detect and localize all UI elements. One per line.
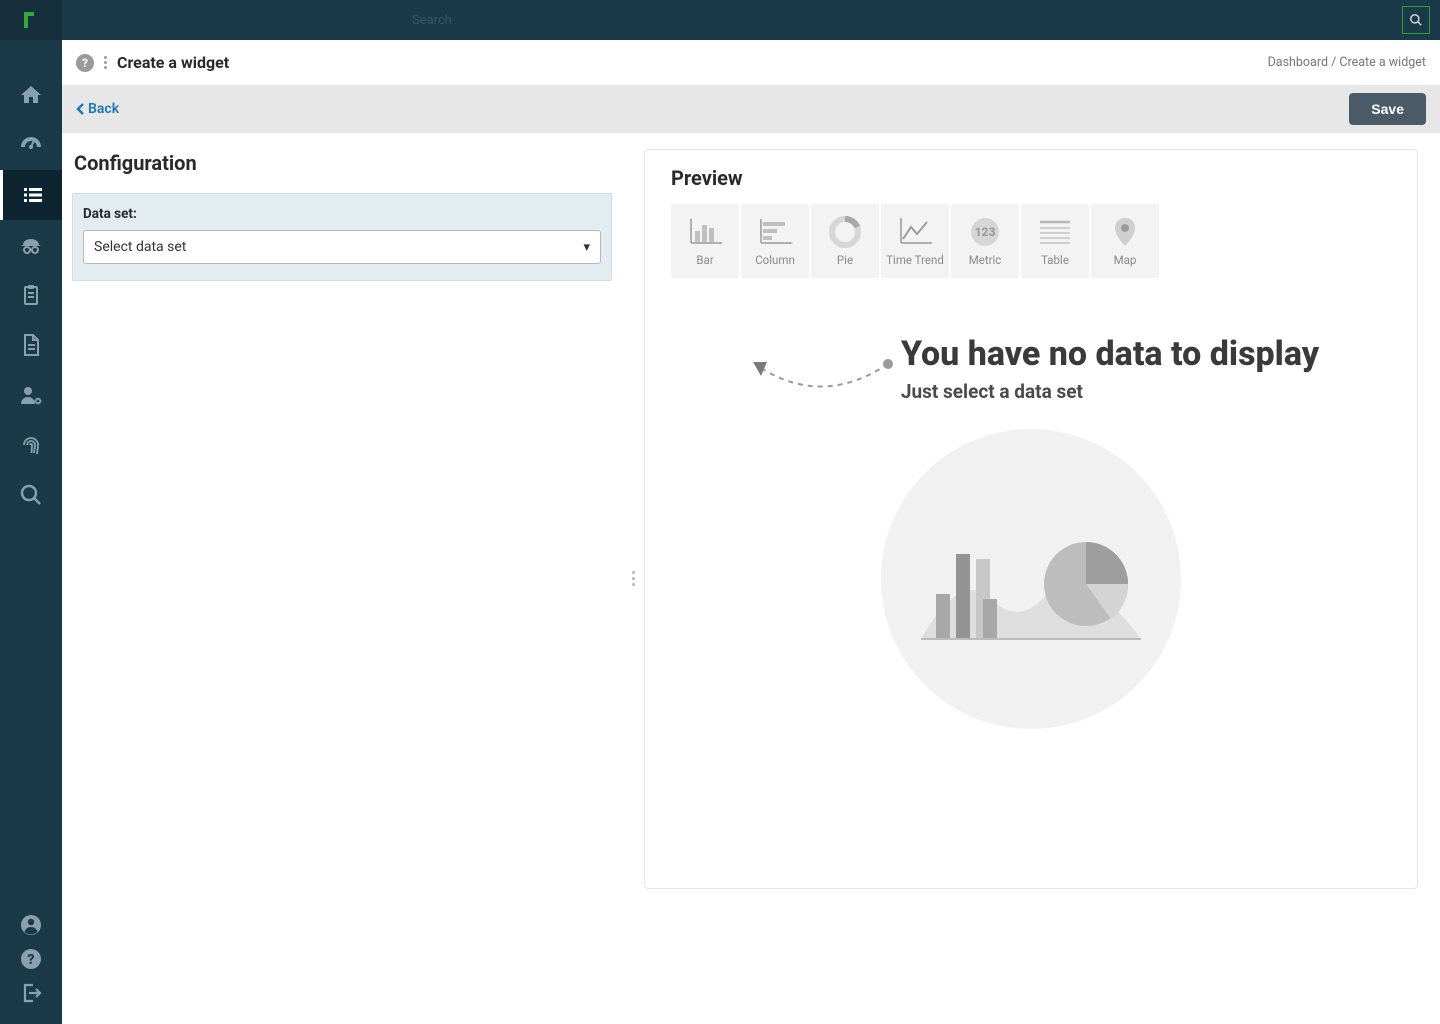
help-badge-icon[interactable]: ? xyxy=(76,54,94,72)
sidebar: ? xyxy=(0,40,62,1024)
preview-empty-state: You have no data to display Just select … xyxy=(671,334,1391,729)
fingerprint-icon xyxy=(19,433,43,457)
back-link-label: Back xyxy=(88,101,119,117)
sidebar-item-help[interactable]: ? xyxy=(0,942,62,976)
empty-state-subtitle: Just select a data set xyxy=(901,380,1319,403)
svg-text:123: 123 xyxy=(975,225,996,239)
document-icon xyxy=(19,333,43,357)
configuration-heading: Configuration xyxy=(74,151,612,175)
sidebar-item-user-settings[interactable] xyxy=(0,370,62,420)
curved-arrow-icon xyxy=(743,352,893,402)
save-button[interactable]: Save xyxy=(1349,93,1426,125)
logo-icon xyxy=(21,10,41,30)
configuration-form: Data set: Select data set ▾ xyxy=(72,193,612,281)
page-title: Create a widget xyxy=(117,53,229,72)
breadcrumb: Dashboard / Create a widget xyxy=(1268,55,1426,70)
panel-resize-handle[interactable] xyxy=(622,133,644,1024)
drag-handle-icon[interactable] xyxy=(102,56,109,69)
chart-type-metric[interactable]: 123 Metric xyxy=(951,204,1019,278)
page-header: ? Create a widget Dashboard / Create a w… xyxy=(62,40,1440,85)
sidebar-item-search[interactable] xyxy=(0,470,62,520)
chart-types-row: Bar Column xyxy=(671,204,1391,278)
main-area: ? Create a widget Dashboard / Create a w… xyxy=(62,40,1440,1024)
empty-state-illustration xyxy=(881,429,1181,729)
sidebar-item-document[interactable] xyxy=(0,320,62,370)
sidebar-item-account[interactable] xyxy=(0,908,62,942)
back-link[interactable]: Back xyxy=(76,101,119,117)
configuration-panel: Configuration Data set: Select data set … xyxy=(62,133,622,1024)
app-logo[interactable] xyxy=(0,0,62,40)
sidebar-item-logout[interactable] xyxy=(0,976,62,1010)
top-bar: Search xyxy=(0,0,1440,40)
table-icon xyxy=(1038,218,1072,246)
sidebar-item-clipboard[interactable] xyxy=(0,270,62,320)
line-chart-icon xyxy=(897,217,933,247)
chart-type-label: Table xyxy=(1041,253,1069,267)
logout-icon xyxy=(19,981,43,1005)
home-icon xyxy=(19,83,43,107)
chart-type-table[interactable]: Table xyxy=(1021,204,1089,278)
chart-type-bar[interactable]: Bar xyxy=(671,204,739,278)
action-bar: Back Save xyxy=(62,85,1440,133)
clipboard-icon xyxy=(19,283,43,307)
dataset-select[interactable]: Select data set ▾ xyxy=(83,230,601,264)
gauge-icon xyxy=(19,133,43,157)
user-cog-icon xyxy=(19,383,43,407)
bar-chart-icon xyxy=(687,217,723,247)
sidebar-item-home[interactable] xyxy=(0,70,62,120)
chevron-down-icon: ▾ xyxy=(583,240,590,255)
chart-type-column[interactable]: Column xyxy=(741,204,809,278)
map-pin-icon xyxy=(1111,216,1139,248)
sidebar-item-fingerprint[interactable] xyxy=(0,420,62,470)
chart-type-label: Pie xyxy=(837,253,853,267)
dataset-label: Data set: xyxy=(83,206,601,222)
chart-type-label: Metric xyxy=(969,253,1002,267)
help-icon: ? xyxy=(19,947,43,971)
search-icon xyxy=(19,483,43,507)
svg-text:?: ? xyxy=(27,952,34,968)
chevron-left-icon xyxy=(76,102,86,116)
chart-type-time-trend[interactable]: Time Trend xyxy=(881,204,949,278)
list-icon xyxy=(21,183,45,207)
search-button[interactable] xyxy=(1402,6,1430,34)
preview-panel: Preview Bar xyxy=(644,133,1440,1024)
column-chart-icon xyxy=(757,217,793,247)
preview-card: Preview Bar xyxy=(644,149,1418,889)
chart-type-label: Bar xyxy=(696,253,713,267)
top-bar-center: Search xyxy=(62,13,1402,28)
incognito-icon xyxy=(19,233,43,257)
chart-type-pie[interactable]: Pie xyxy=(811,204,879,278)
chart-type-label: Column xyxy=(755,253,795,267)
account-icon xyxy=(19,913,43,937)
sidebar-item-dashboard[interactable] xyxy=(0,120,62,170)
chart-type-label: Time Trend xyxy=(886,253,944,267)
sidebar-item-incognito[interactable] xyxy=(0,220,62,270)
chart-type-map[interactable]: Map xyxy=(1091,204,1159,278)
dataset-select-value: Select data set xyxy=(94,239,186,255)
metric-icon: 123 xyxy=(968,215,1002,249)
top-bar-center-text: Search xyxy=(412,13,452,28)
preview-heading: Preview xyxy=(671,166,1391,190)
empty-state-title: You have no data to display xyxy=(901,334,1319,374)
pie-chart-icon xyxy=(828,215,862,249)
chart-type-label: Map xyxy=(1114,253,1137,267)
search-icon xyxy=(1409,13,1423,27)
sidebar-item-list[interactable] xyxy=(0,170,62,220)
